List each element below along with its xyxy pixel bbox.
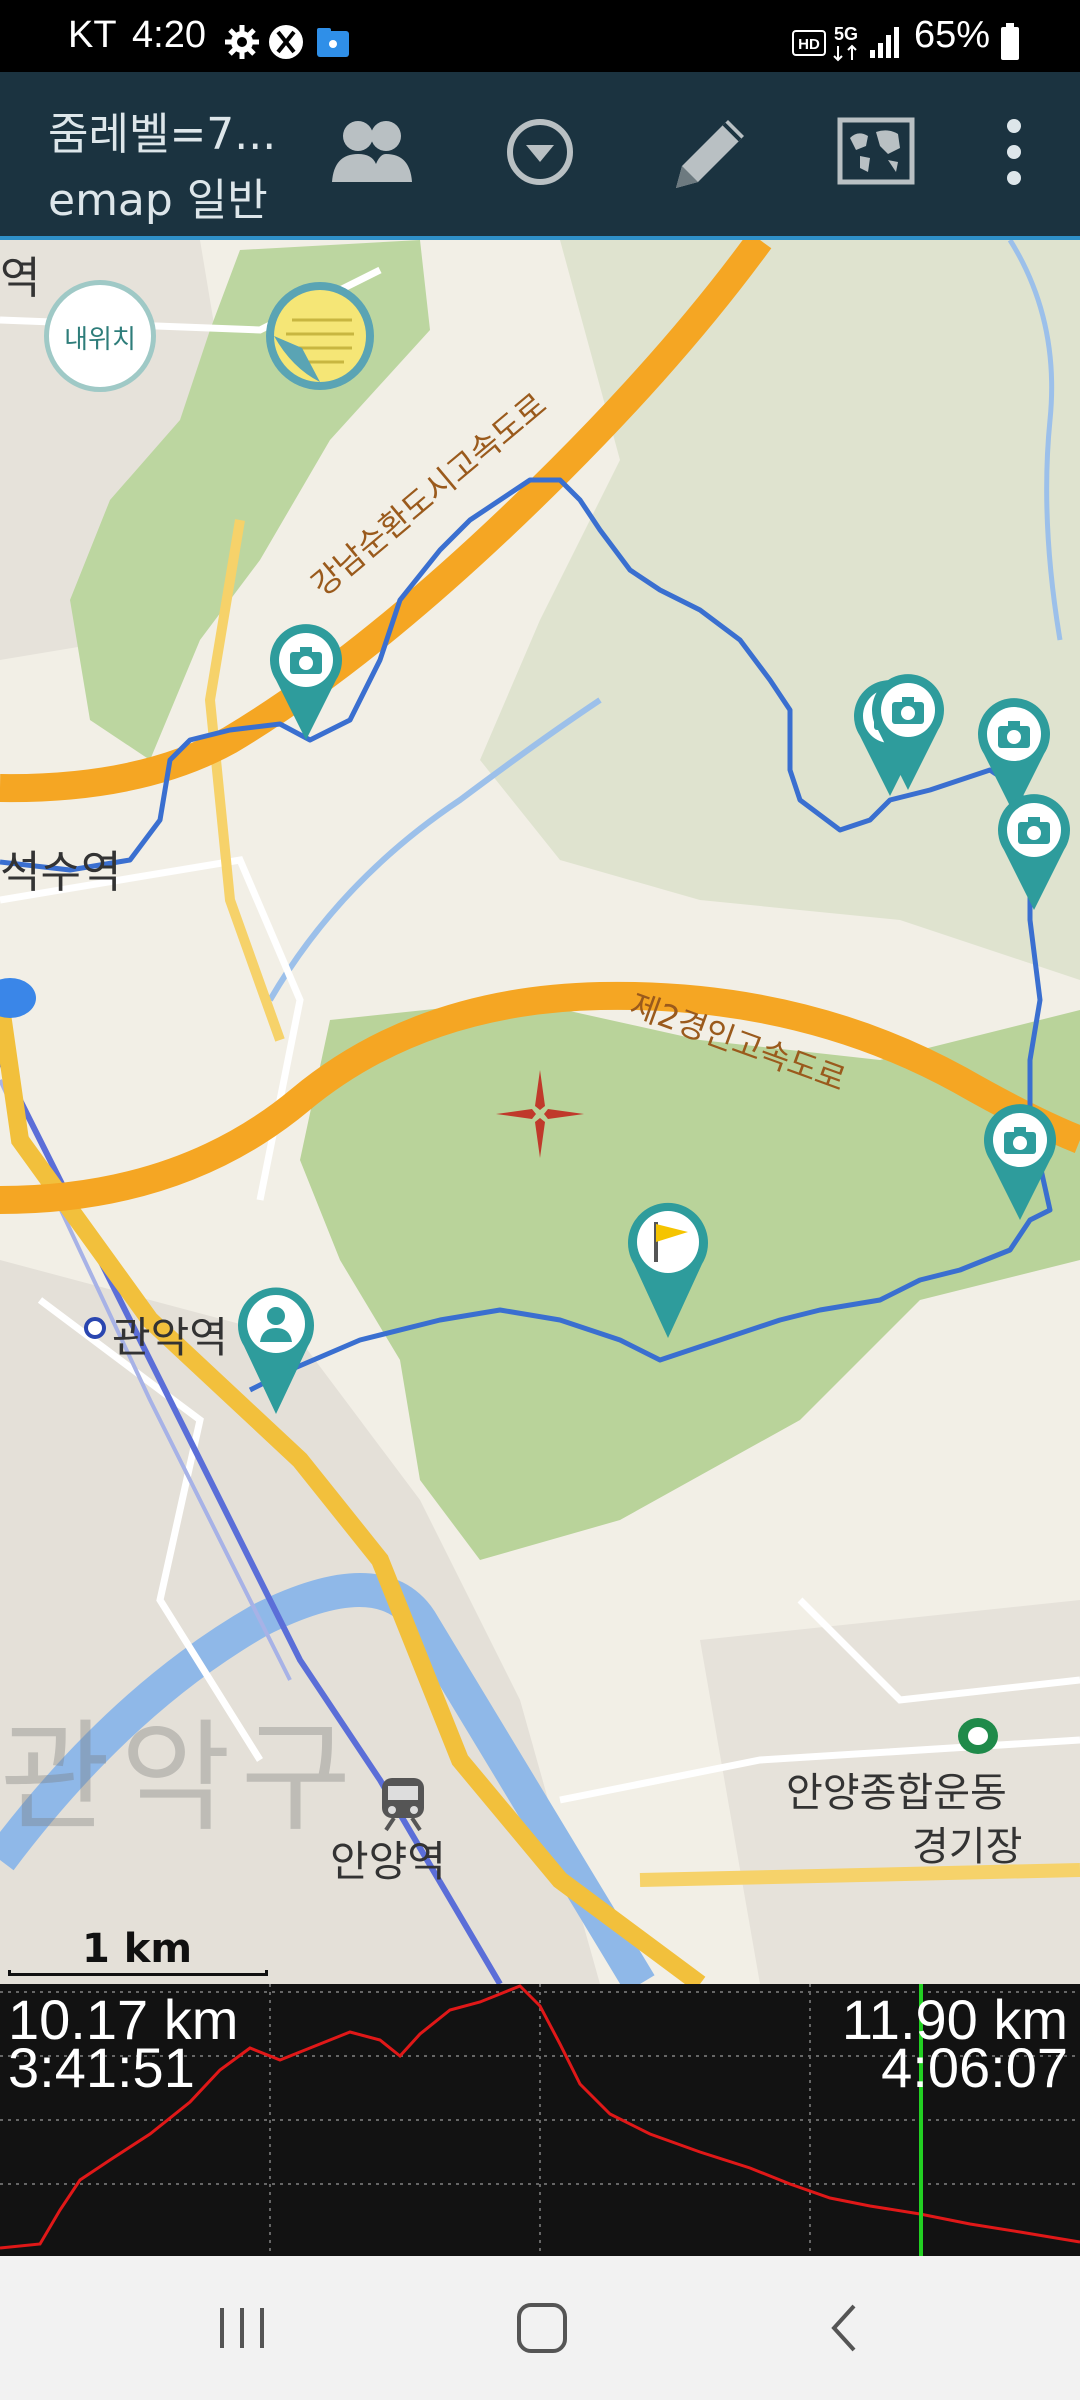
camera-icon[interactable] [870, 672, 946, 792]
stadium-label-1: 안양종합운동 [786, 1770, 1007, 1816]
clock: 4:20 [132, 14, 206, 56]
map-type-label[interactable]: emap 일반 [48, 164, 268, 228]
map-view[interactable]: 역 석수역 강남순환도시고속도로 제2경인고속도로 관악역 안양역 관악구 안양… [0, 240, 1080, 1984]
left-time: 3:41:51 [8, 2036, 195, 2099]
hd-icon: HD [792, 30, 826, 56]
back-icon[interactable] [822, 2300, 866, 2356]
flag-icon[interactable] [626, 1200, 710, 1340]
camera-icon[interactable] [996, 792, 1072, 912]
signal-icon [870, 27, 899, 58]
my-location-button[interactable]: 내위치 [44, 280, 156, 392]
district-label: 관악구 [0, 1709, 362, 1848]
more-vert-icon[interactable] [964, 102, 1064, 202]
carrier: KT [68, 14, 117, 56]
camera-icon[interactable] [982, 1102, 1058, 1222]
station-label-gwanak: 관악역 [112, 1313, 228, 1362]
pencil-icon[interactable] [658, 102, 758, 202]
camera-icon[interactable] [268, 622, 344, 742]
status-bar: KT 4:20 HD 5G 65% [0, 0, 1080, 72]
elevation-panel[interactable]: 10.17 km 3:41:51 11.90 km 4:06:07 [0, 1984, 1080, 2256]
stadium-label-2: 경기장 [912, 1824, 1023, 1870]
svg-text:HD: HD [798, 36, 820, 53]
app-x-icon [269, 25, 303, 59]
station-label-seoksu: 석수역 [0, 847, 122, 898]
person-icon[interactable] [236, 1284, 316, 1416]
battery-percent: 65% [914, 14, 991, 56]
system-nav-bar [0, 2256, 1080, 2400]
crosshair-icon [496, 1070, 584, 1158]
train-station-icon [382, 1778, 424, 1832]
recent-apps-icon[interactable] [212, 2302, 272, 2354]
folder-icon [317, 28, 349, 57]
group-icon[interactable] [322, 102, 422, 202]
settings-gear-icon [225, 25, 259, 59]
battery-icon [1001, 23, 1019, 60]
partial-station-label: 역 [0, 253, 41, 304]
dropdown-circle-icon[interactable] [490, 102, 590, 202]
network-5g-icon: 5G [833, 24, 858, 62]
app-toolbar: 줌레벨=7... emap 일반 [0, 72, 1080, 236]
right-time: 4:06:07 [881, 2036, 1068, 2099]
svg-text:5G: 5G [834, 24, 858, 44]
zoom-level-label[interactable]: 줌레벨=7... [48, 98, 276, 162]
scale-label: 1 km [82, 1926, 193, 1972]
my-location-label: 내위치 [64, 325, 136, 355]
world-map-icon[interactable] [826, 102, 926, 202]
scale-bar [8, 1970, 268, 1976]
note-icon[interactable] [262, 278, 378, 394]
home-icon[interactable] [514, 2300, 570, 2356]
stadium-icon [958, 1718, 998, 1754]
